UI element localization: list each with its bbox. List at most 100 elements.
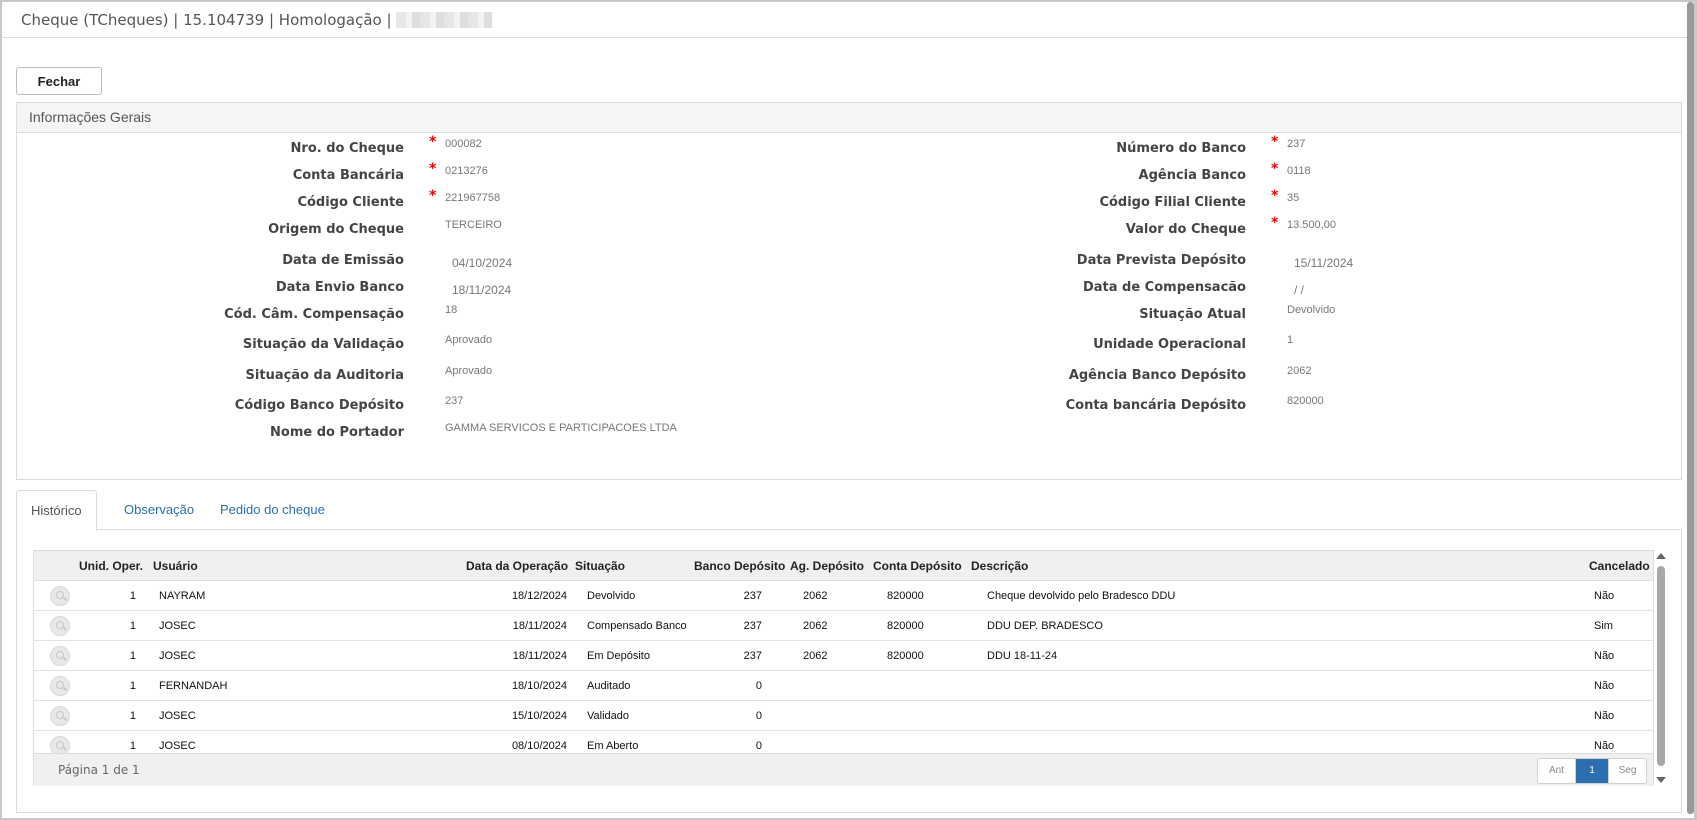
cell-banco-deposito: 0 — [755, 740, 762, 752]
required-marker: * — [429, 161, 437, 177]
table-row[interactable]: 1 JOSEC 18/11/2024 Compensado Banco 237 2062 8… — [34, 611, 1653, 641]
cell-conta-deposito: 820000 — [887, 620, 924, 632]
field-value: 18 — [445, 304, 458, 316]
cell-cancelado: Não — [1594, 680, 1615, 692]
field-label: Data de Emissão — [282, 253, 404, 268]
cell-unid-oper: 1 — [129, 740, 136, 752]
tab-observacao[interactable]: Observação — [110, 490, 208, 530]
field-value: Devolvido — [1287, 304, 1336, 316]
cell-cancelado: Não — [1594, 650, 1615, 662]
tab-historico[interactable]: Histórico — [16, 490, 97, 531]
field-value: 04/10/2024 — [452, 256, 513, 270]
search-icon[interactable] — [50, 586, 70, 606]
cell-conta-deposito: 820000 — [887, 590, 924, 602]
field-value: 15/11/2024 — [1294, 256, 1354, 270]
column-header-cancelado[interactable]: Cancelado — [1589, 559, 1650, 573]
column-header-situacao[interactable]: Situação — [575, 559, 625, 573]
cell-banco-deposito: 237 — [743, 590, 762, 602]
field-value: 237 — [1287, 138, 1306, 150]
cell-cancelado: Sim — [1594, 620, 1613, 632]
field-label: Agência Banco Depósito — [1068, 368, 1246, 383]
title-bar: Cheque (TCheques) | 15.104739 | Homologa… — [2, 2, 1692, 38]
cell-descricao: DDU DEP. BRADESCO — [987, 620, 1103, 632]
table-row[interactable]: 1 NAYRAM 18/12/2024 Devolvido 237 2062 820000 C… — [34, 581, 1653, 611]
column-header-descricao[interactable]: Descrição — [971, 559, 1028, 573]
close-button[interactable]: Fechar — [16, 67, 102, 95]
column-header-banco-deposito[interactable]: Banco Depósito — [694, 559, 785, 573]
pager-next-button[interactable]: Seg — [1608, 759, 1646, 783]
required-marker: * — [429, 134, 437, 150]
field-label: Código Cliente — [297, 195, 404, 210]
field-value: 237 — [445, 395, 464, 407]
cell-usuario: JOSEC — [159, 710, 196, 722]
pagination: Ant 1 Seg — [1537, 758, 1647, 784]
field-value: 1 — [1287, 334, 1294, 346]
pager-current-page[interactable]: 1 — [1576, 759, 1608, 783]
cell-usuario: JOSEC — [159, 740, 196, 752]
cell-cancelado: Não — [1594, 590, 1615, 602]
field-label: Situação da Validação — [242, 337, 404, 352]
field-value: / / — [1294, 283, 1305, 297]
history-grid-header: Unid. Oper. Usuário Data da Operação Sit… — [34, 551, 1653, 581]
field-value: TERCEIRO — [445, 219, 502, 231]
window-title-text: Cheque (TCheques) | 15.104739 | Homologa… — [21, 11, 392, 29]
table-row[interactable]: 1 JOSEC 18/11/2024 Em Depósito 237 2062 820000… — [34, 641, 1653, 671]
field-value: 18/11/2024 — [452, 283, 512, 297]
required-marker: * — [1271, 161, 1279, 177]
column-header-data-operacao[interactable]: Data da Operação — [466, 559, 568, 573]
page-scrollbar[interactable] — [1687, 2, 1694, 814]
field-value: 0118 — [1287, 165, 1311, 177]
cell-unid-oper: 1 — [129, 710, 136, 722]
scroll-up-icon[interactable] — [1656, 553, 1666, 559]
cell-descricao: DDU 18-11-24 — [987, 650, 1058, 662]
field-value: 35 — [1287, 192, 1300, 204]
table-row[interactable]: 1 JOSEC 15/10/2024 Validado 0 Não — [34, 701, 1653, 731]
field-label: Nro. do Cheque — [290, 141, 404, 156]
history-grid: Unid. Oper. Usuário Data da Operação Sit… — [33, 550, 1654, 786]
cell-banco-deposito: 237 — [743, 620, 762, 632]
cell-unid-oper: 1 — [129, 650, 136, 662]
cell-situacao: Validado — [587, 710, 629, 722]
window-title: Cheque (TCheques) | 15.104739 | Homologa… — [21, 11, 492, 29]
cell-situacao: Auditado — [587, 680, 631, 692]
field-label: Nome do Portador — [270, 425, 404, 440]
cell-usuario: FERNANDAH — [159, 680, 228, 692]
scroll-down-icon[interactable] — [1656, 777, 1666, 783]
scrollbar-thumb[interactable] — [1657, 566, 1665, 766]
cell-cancelado: Não — [1594, 740, 1615, 752]
field-label: Data Prevista Depósito — [1076, 253, 1246, 268]
column-header-conta-deposito[interactable]: Conta Depósito — [873, 559, 962, 573]
required-marker: * — [1271, 134, 1279, 150]
field-value: 13.500,00 — [1287, 219, 1336, 231]
pager-prev-button[interactable]: Ant — [1538, 759, 1576, 783]
cell-unid-oper: 1 — [129, 590, 136, 602]
cell-data-operacao: 18/12/2024 — [511, 590, 567, 602]
cell-descricao: Cheque devolvido pelo Bradesco DDU — [987, 590, 1176, 602]
cell-data-operacao: 08/10/2024 — [511, 740, 567, 752]
search-icon[interactable] — [50, 616, 70, 636]
field-value: 820000 — [1287, 395, 1324, 407]
column-header-unid-oper[interactable]: Unid. Oper. — [79, 559, 143, 573]
table-row[interactable]: 1 FERNANDAH 18/10/2024 Auditado 0 Não — [34, 671, 1653, 701]
search-icon[interactable] — [50, 676, 70, 696]
history-tab-pane: Unid. Oper. Usuário Data da Operação Sit… — [16, 530, 1682, 813]
field-label: Conta Bancária — [292, 168, 404, 183]
column-header-ag-deposito[interactable]: Ag. Depósito — [790, 559, 864, 573]
field-value: 0213276 — [445, 165, 488, 177]
cell-data-operacao: 18/10/2024 — [511, 680, 567, 692]
field-value: GAMMA SERVICOS E PARTICIPACOES LTDA — [445, 422, 677, 434]
field-label: Agência Banco — [1138, 168, 1246, 183]
cell-data-operacao: 15/10/2024 — [511, 710, 567, 722]
grid-scrollbar[interactable] — [1655, 550, 1667, 786]
search-icon[interactable] — [50, 646, 70, 666]
search-icon[interactable] — [50, 706, 70, 726]
cell-unid-oper: 1 — [129, 620, 136, 632]
field-label: Situação Atual — [1139, 307, 1246, 322]
cell-situacao: Em Aberto — [587, 740, 639, 752]
tab-pedido-do-cheque[interactable]: Pedido do cheque — [206, 490, 339, 530]
cell-ag-deposito: 2062 — [803, 590, 828, 602]
column-header-usuario[interactable]: Usuário — [153, 559, 198, 573]
field-label: Cód. Câm. Compensação — [224, 307, 404, 322]
required-marker: * — [429, 188, 437, 204]
field-label: Conta bancária Depósito — [1065, 398, 1246, 413]
